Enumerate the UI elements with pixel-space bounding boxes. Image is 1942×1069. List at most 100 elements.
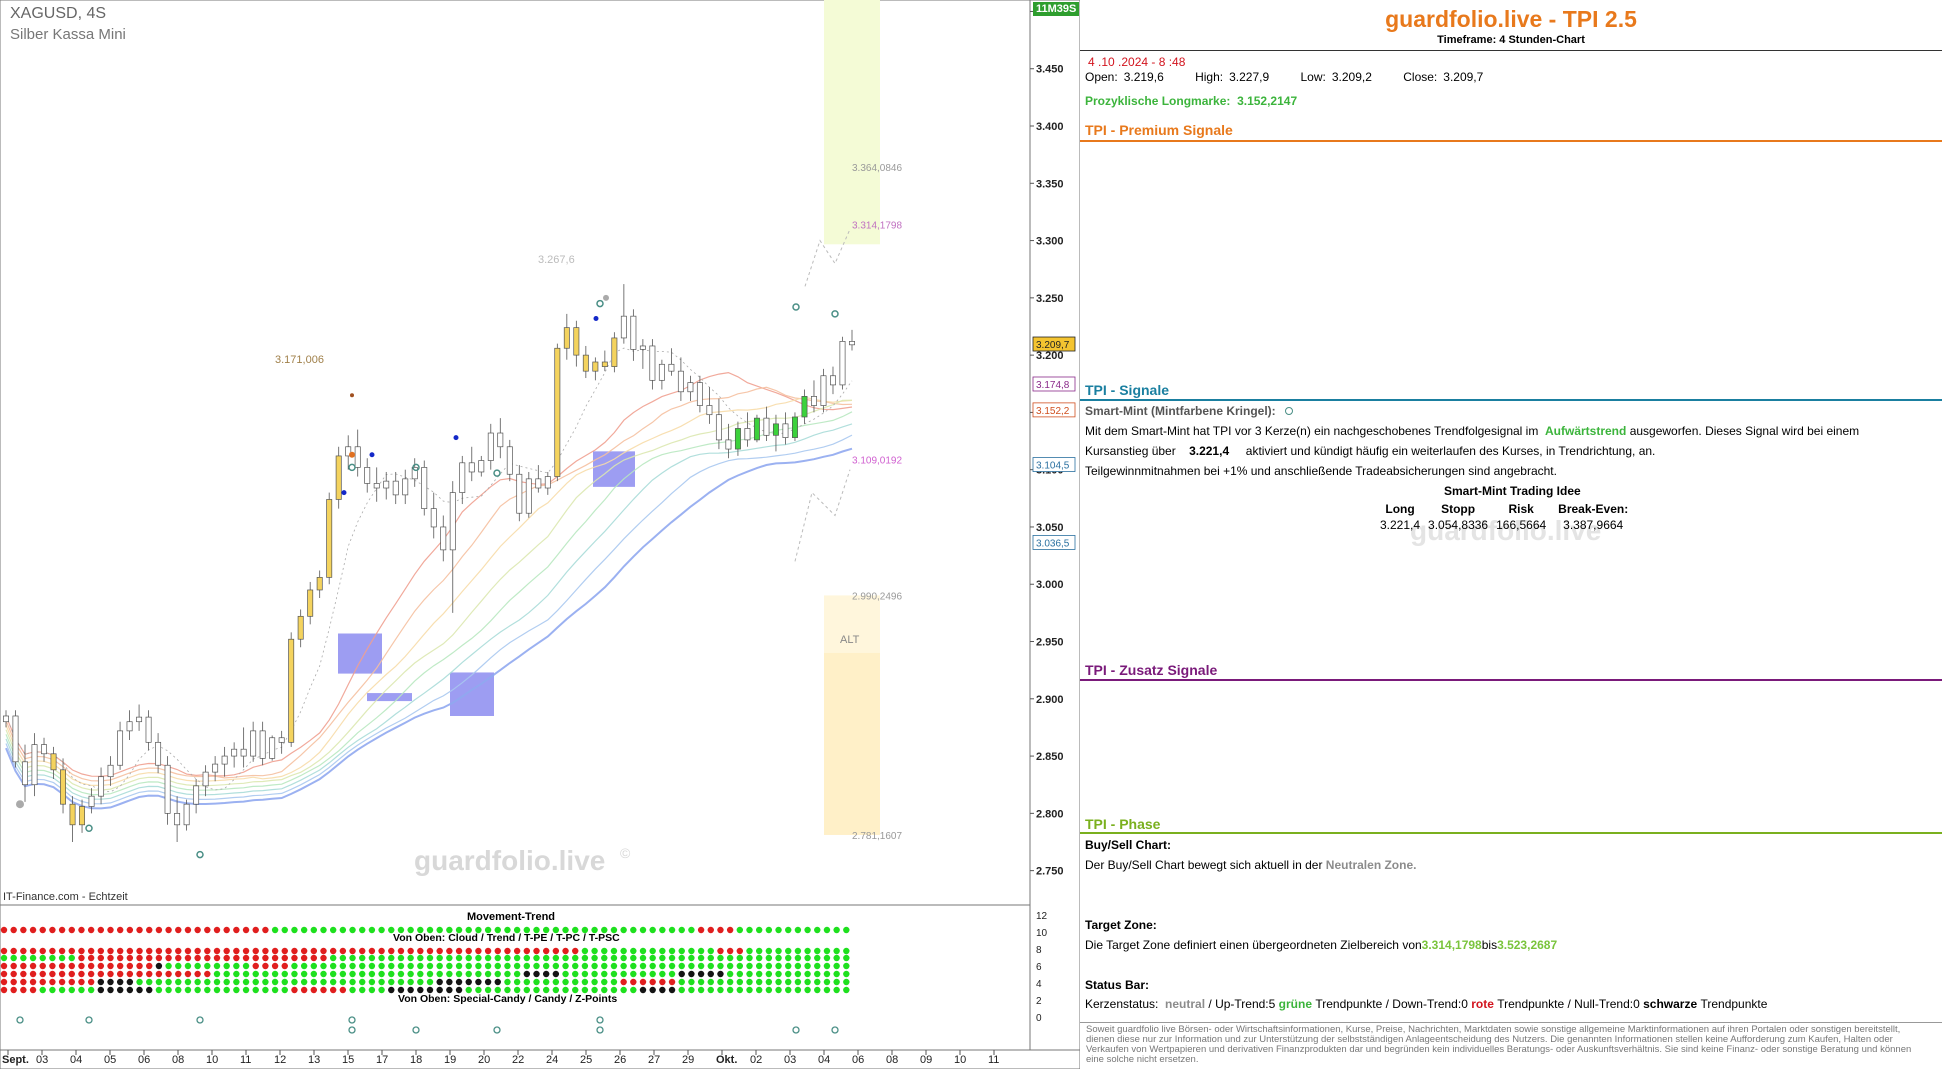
candle-body (335, 455, 342, 500)
trend-dot (542, 962, 550, 970)
trend-dot (349, 978, 356, 986)
trend-dot (68, 970, 75, 978)
candle-body (478, 460, 485, 473)
trend-dot (184, 947, 192, 955)
trend-dot (542, 970, 550, 978)
candle-body (620, 315, 627, 339)
trend-dot (78, 954, 85, 962)
trend-dot (388, 954, 395, 962)
time-tick-label: 20 (478, 1054, 490, 1066)
trend-dot (39, 978, 46, 986)
status-text: Kerzenstatus: neutral / Up-Trend:5 grüne… (1085, 997, 1768, 1011)
trend-dot (49, 970, 56, 978)
trend-dot (39, 954, 46, 962)
trend-dot (513, 962, 521, 970)
trend-dot (620, 970, 627, 978)
trend-dot (484, 954, 492, 962)
trend-dot (494, 954, 501, 962)
buysell-text: Der Buy/Sell Chart bewegt sich aktuell i… (1085, 858, 1417, 872)
trend-dot (388, 978, 395, 986)
trend-dot (223, 986, 230, 994)
time-tick-label: 06 (852, 1054, 864, 1066)
candle-body (79, 806, 86, 826)
trend-dot (649, 947, 656, 955)
trend-dot (78, 962, 85, 970)
trend-dot (329, 970, 337, 978)
trading-idea-table: Long Stopp Risk Break-Even: 3.221,4 3.05… (1376, 502, 1636, 534)
level-label: 2.781,1607 (852, 831, 902, 842)
trend-dot (78, 947, 85, 955)
trend-dot (484, 962, 492, 970)
trend-dot (49, 962, 56, 970)
trend-dot (736, 954, 744, 962)
trend-dot (804, 954, 811, 962)
price-tick-label: 3.350 (1036, 178, 1064, 190)
trend-dot (165, 986, 172, 994)
trend-dot (659, 926, 666, 934)
candle-body (259, 730, 266, 759)
trend-dot (823, 978, 831, 986)
trend-dot (378, 947, 385, 955)
trend-dot (233, 954, 240, 962)
trend-dot (271, 962, 279, 970)
price-label: 3.036,5 (1036, 538, 1070, 549)
trend-dot (388, 962, 395, 970)
trend-dot (542, 978, 550, 986)
trend-dot (765, 962, 773, 970)
trend-dot (659, 962, 666, 970)
trend-dot (320, 954, 327, 962)
trend-dot (175, 962, 182, 970)
trend-dot (291, 978, 298, 986)
trend-dot (0, 954, 8, 962)
lower-tick-label: 6 (1036, 962, 1042, 973)
trend-dot (765, 978, 773, 986)
trend-dot (484, 947, 492, 955)
signal-dot (369, 452, 375, 458)
trend-dot (659, 978, 666, 986)
trend-dot (39, 970, 46, 978)
trend-dot (533, 978, 540, 986)
trend-dot (223, 947, 230, 955)
trend-dot (10, 954, 17, 962)
trend-dot (833, 978, 840, 986)
trend-dot (794, 978, 802, 986)
idea-value-risk: 166,5664 (1496, 518, 1547, 532)
trend-dot (581, 978, 589, 986)
trend-dot (610, 947, 618, 955)
trend-dot (572, 978, 579, 986)
price-chart[interactable]: 3.523,26873.364,08463.314,17983.109,0192… (0, 0, 1080, 1069)
candle-body (687, 382, 694, 393)
trend-dot (329, 926, 337, 934)
trend-dot (446, 947, 453, 955)
trend-dot (475, 970, 482, 978)
ohlc-row: Open: 3.219,6 High: 3.227,9 Low: 3.209,2 Cl… (1085, 70, 1511, 84)
trend-dot (58, 986, 66, 994)
trend-dot (349, 986, 356, 994)
section-premium-line (1080, 140, 1942, 142)
trend-dot (10, 986, 17, 994)
trend-dot (49, 947, 56, 955)
trend-dot (697, 947, 705, 955)
trend-dot (417, 978, 424, 986)
lower-tick-label: 8 (1036, 945, 1042, 956)
trend-dot (97, 970, 105, 978)
trend-dot (320, 962, 327, 970)
trend-dot (136, 947, 143, 955)
time-tick-label: 25 (580, 1054, 592, 1066)
status-label: Status Bar: (1085, 978, 1150, 992)
trend-dot (785, 954, 792, 962)
candle-body (364, 467, 371, 484)
smart-mint-label: Smart-Mint (Mintfarbene Kringel): (1085, 404, 1294, 418)
trend-dot (814, 926, 821, 934)
trend-dot (136, 970, 143, 978)
trend-dot (688, 962, 695, 970)
trend-dot (717, 926, 724, 934)
price-tick-label: 3.000 (1036, 579, 1064, 591)
trend-dot (765, 947, 773, 955)
trend-dot (572, 954, 579, 962)
trend-dot (0, 970, 8, 978)
trend-dot (726, 926, 734, 934)
trend-dot (436, 954, 443, 962)
trend-dot (659, 986, 666, 994)
price-tick-label: 2.850 (1036, 751, 1064, 763)
